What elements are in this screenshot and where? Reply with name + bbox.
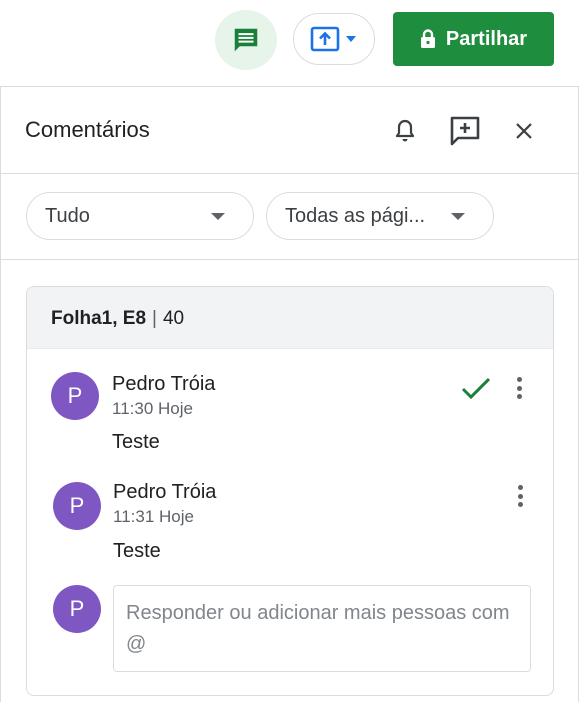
add-comment-icon — [450, 116, 480, 146]
more-options-button[interactable] — [509, 373, 529, 403]
panel-title: Comentários — [25, 117, 150, 142]
close-panel-button[interactable] — [506, 113, 542, 149]
filter-type-dropdown[interactable]: Tudo — [26, 192, 254, 240]
resolve-check-icon[interactable] — [459, 373, 493, 403]
avatar: P — [53, 482, 101, 530]
dropdown-arrow-icon — [211, 213, 225, 220]
comment-time: 11:30 Hoje — [112, 399, 193, 418]
cell-value: 40 — [162, 308, 185, 329]
comment-time: 11:31 Hoje — [113, 507, 194, 526]
separator: | — [152, 308, 157, 329]
comments-header: Comentários — [1, 87, 578, 174]
comment-author: Pedro Tróia — [112, 373, 216, 395]
comment-author: Pedro Tróia — [113, 481, 217, 503]
chevron-down-icon[interactable] — [344, 34, 358, 44]
bell-icon — [395, 119, 415, 142]
thread-reference: Folha1, E8 | 40 — [51, 308, 184, 330]
comments-toggle-button[interactable] — [215, 10, 277, 70]
share-button[interactable]: Partilhar — [393, 12, 554, 66]
filter-type-label: Tudo — [45, 204, 90, 227]
present-button[interactable] — [293, 13, 375, 65]
close-icon — [516, 123, 532, 139]
filter-pages-dropdown[interactable]: Todas as pági... — [266, 192, 494, 240]
more-options-button[interactable] — [510, 481, 530, 511]
avatar: P — [51, 372, 99, 420]
thread-header[interactable]: Folha1, E8 | 40 — [27, 287, 553, 349]
comment-icon — [234, 28, 258, 52]
lock-icon — [420, 29, 435, 48]
share-label: Partilhar — [445, 27, 528, 50]
filters-bar: Tudo Todas as pági... — [1, 174, 578, 260]
filter-pages-label: Todas as pági... — [285, 204, 426, 227]
avatar: P — [53, 585, 101, 633]
comments-panel: Comentários Tudo Todas as pági... Folha1… — [0, 86, 579, 702]
comment-thread[interactable]: Folha1, E8 | 40 P Pedro Tróia 11:30 Hoje T… — [26, 286, 554, 696]
comment-text: Teste — [113, 540, 161, 562]
add-comment-button[interactable] — [447, 113, 483, 149]
dropdown-arrow-icon — [451, 213, 465, 220]
reply-input[interactable] — [113, 585, 531, 672]
notifications-button[interactable] — [387, 113, 423, 149]
cell-reference: Folha1, E8 — [51, 308, 147, 329]
top-bar: Partilhar — [0, 0, 582, 86]
present-upload-icon — [310, 26, 340, 52]
comment-text: Teste — [112, 431, 160, 453]
